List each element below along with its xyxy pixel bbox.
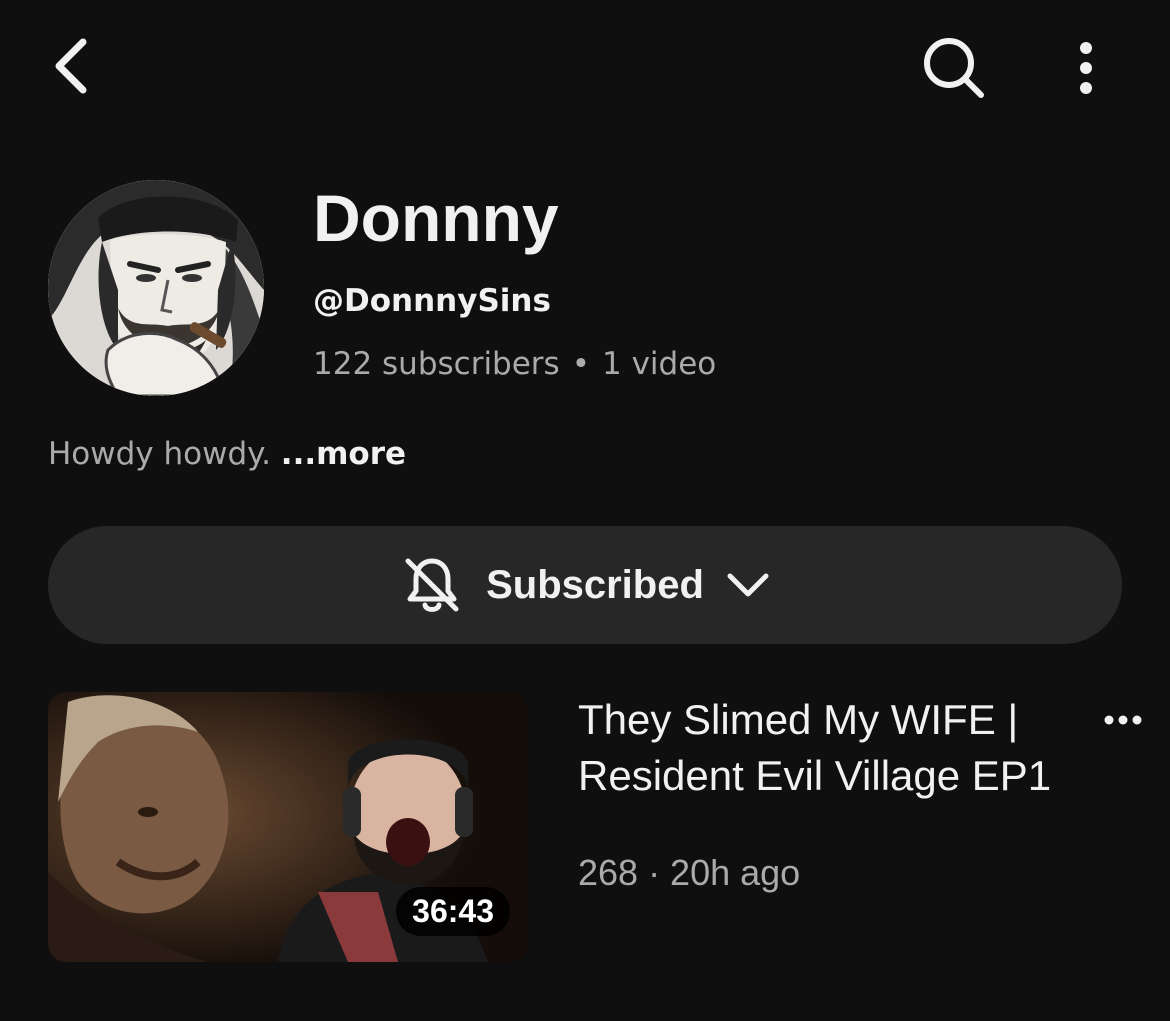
back-button[interactable] [36,28,106,104]
subscribed-label: Subscribed [486,562,704,607]
stats-separator: • [571,346,590,382]
video-meta: 268 · 20h ago [578,852,801,893]
search-icon [924,38,984,98]
channel-avatar[interactable] [48,180,264,396]
more-vert-icon [1080,42,1092,94]
chevron-left-icon [55,38,87,94]
video-count: 1 video [602,346,717,382]
video-menu-button[interactable] [1098,700,1148,740]
bell-off-icon [405,558,459,612]
video-title[interactable]: They Slimed My WIFE | Resident Evil Vill… [578,692,1078,804]
channel-stats: 122 subscribers • 1 video [313,346,716,382]
channel-handle: @DonnnySins [313,283,551,319]
more-options-button[interactable] [1056,28,1116,108]
description-text: Howdy howdy. [48,436,271,472]
channel-name: Donnny [313,181,559,255]
video-thumbnail[interactable]: 36:43 [48,692,528,962]
description-more-link[interactable]: ...more [281,436,406,472]
video-duration: 36:43 [396,887,510,936]
subscribed-button[interactable]: Subscribed [48,526,1122,644]
search-button[interactable] [914,28,994,108]
avatar-illustration [48,180,264,396]
chevron-down-icon [727,573,769,597]
subscriber-count: 122 subscribers [313,346,560,382]
more-horiz-icon [1104,715,1142,725]
top-bar [0,0,1170,140]
channel-description[interactable]: Howdy howdy. ...more [48,436,406,472]
video-list-item[interactable]: 36:43 They Slimed My WIFE | Resident Evi… [48,692,1148,964]
